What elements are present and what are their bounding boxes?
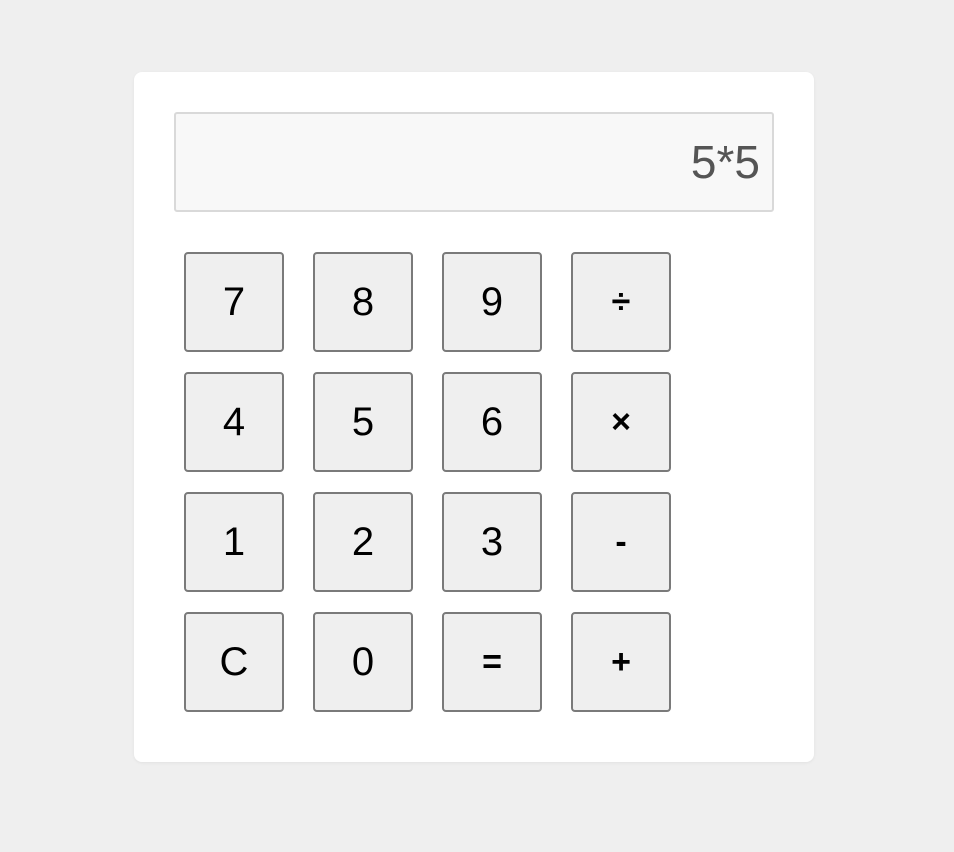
- multiply-button[interactable]: ×: [571, 372, 671, 472]
- key-6[interactable]: 6: [442, 372, 542, 472]
- key-5[interactable]: 5: [313, 372, 413, 472]
- keypad: 7 8 9 ÷ 4 5 6 × 1 2 3 - C 0 = +: [184, 252, 674, 712]
- equals-button[interactable]: =: [442, 612, 542, 712]
- key-2[interactable]: 2: [313, 492, 413, 592]
- calculator-display[interactable]: 5*5: [174, 112, 774, 212]
- calculator-panel: 5*5 7 8 9 ÷ 4 5 6 × 1 2 3 - C 0 = +: [134, 72, 814, 762]
- key-4[interactable]: 4: [184, 372, 284, 472]
- subtract-button[interactable]: -: [571, 492, 671, 592]
- clear-button[interactable]: C: [184, 612, 284, 712]
- key-3[interactable]: 3: [442, 492, 542, 592]
- key-8[interactable]: 8: [313, 252, 413, 352]
- key-0[interactable]: 0: [313, 612, 413, 712]
- key-9[interactable]: 9: [442, 252, 542, 352]
- add-button[interactable]: +: [571, 612, 671, 712]
- divide-button[interactable]: ÷: [571, 252, 671, 352]
- key-7[interactable]: 7: [184, 252, 284, 352]
- key-1[interactable]: 1: [184, 492, 284, 592]
